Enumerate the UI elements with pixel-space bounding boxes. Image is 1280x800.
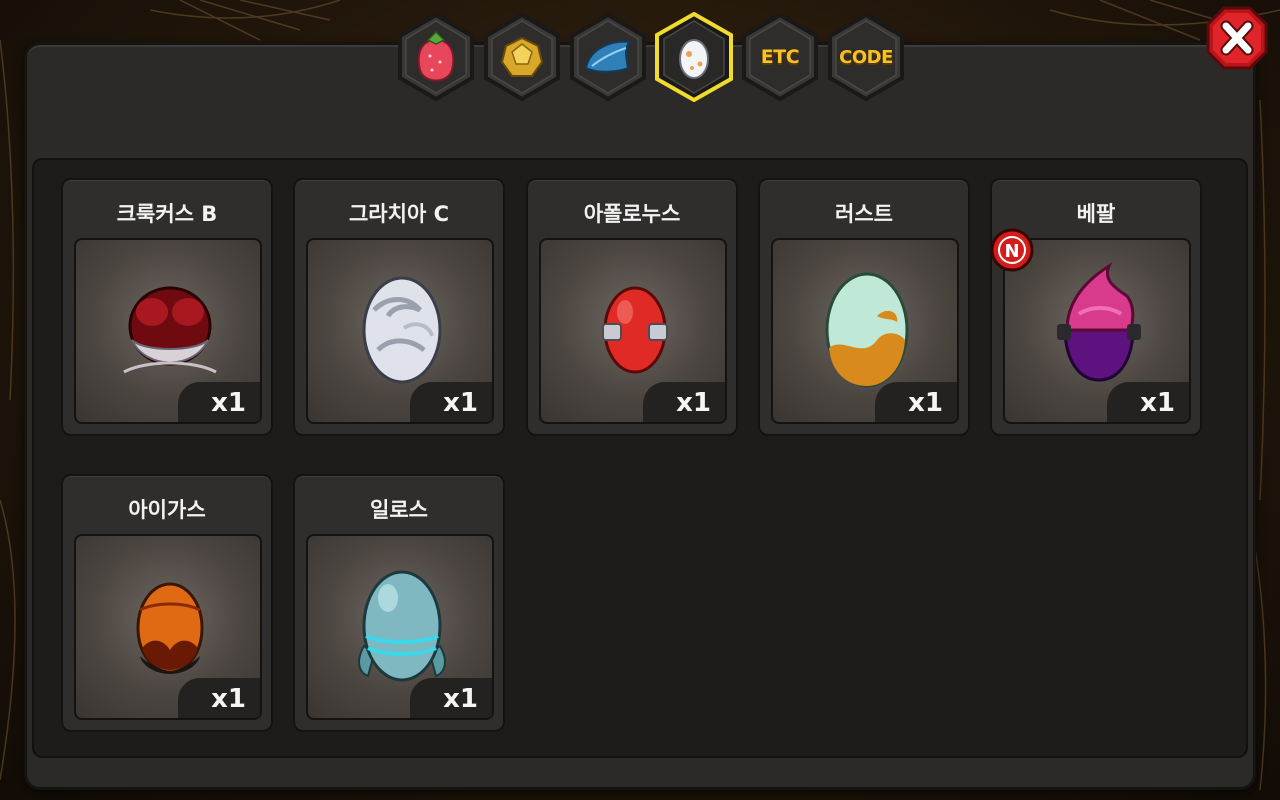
item-count: x1 — [410, 678, 492, 718]
tab-feather[interactable] — [568, 12, 648, 102]
item-card-rust[interactable]: 러스트 x1 — [758, 178, 970, 436]
item-slot: x1 — [306, 238, 494, 424]
item-card-aigas[interactable]: 아이가스 x1 — [61, 474, 273, 732]
item-name: 일로스 — [370, 498, 428, 522]
gold-ore-icon — [500, 36, 544, 77]
item-card-crukus[interactable]: 크룩커스 B x1 — [61, 178, 273, 436]
item-card-bepal[interactable]: 베팔 x1 N — [990, 178, 1202, 436]
close-icon — [1206, 6, 1268, 70]
item-slot: x1 — [771, 238, 959, 424]
item-slot: x1 — [306, 534, 494, 720]
item-slot: x1 — [74, 534, 262, 720]
item-count: x1 — [178, 382, 260, 422]
new-badge-text: N — [1004, 241, 1019, 262]
item-card-grachia[interactable]: 그라치아 C x1 — [293, 178, 505, 436]
tab-material[interactable] — [482, 12, 562, 102]
item-name: 러스트 — [835, 202, 893, 226]
category-tabs: ETC CODE — [396, 12, 916, 102]
new-badge-icon: N — [990, 228, 1034, 272]
item-count: x1 — [643, 382, 725, 422]
tab-etc[interactable]: ETC — [740, 12, 820, 102]
item-card-apollonus[interactable]: 아폴로누스 x1 — [526, 178, 738, 436]
tab-fruit[interactable] — [396, 12, 476, 102]
tab-code[interactable]: CODE — [826, 12, 906, 102]
blue-feather-icon — [584, 40, 633, 73]
tab-etc-label: ETC — [760, 46, 800, 68]
item-count: x1 — [178, 678, 260, 718]
egg-icon — [679, 39, 709, 79]
item-count: x1 — [875, 382, 957, 422]
item-name: 아폴로누스 — [583, 202, 681, 226]
item-name: 크룩커스 B — [116, 202, 218, 226]
tab-egg[interactable] — [654, 12, 734, 102]
item-name: 아이가스 — [128, 498, 206, 522]
item-slot: x1 — [539, 238, 727, 424]
close-button[interactable] — [1204, 4, 1270, 76]
tab-code-label: CODE — [839, 46, 893, 68]
item-count: x1 — [1107, 382, 1189, 422]
item-name: 베팔 — [1076, 202, 1116, 226]
item-card-ilos[interactable]: 일로스 x1 — [293, 474, 505, 732]
item-slot: x1 — [74, 238, 262, 424]
strawberry-icon — [417, 30, 455, 82]
item-count: x1 — [410, 382, 492, 422]
item-name: 그라치아 C — [348, 202, 449, 226]
